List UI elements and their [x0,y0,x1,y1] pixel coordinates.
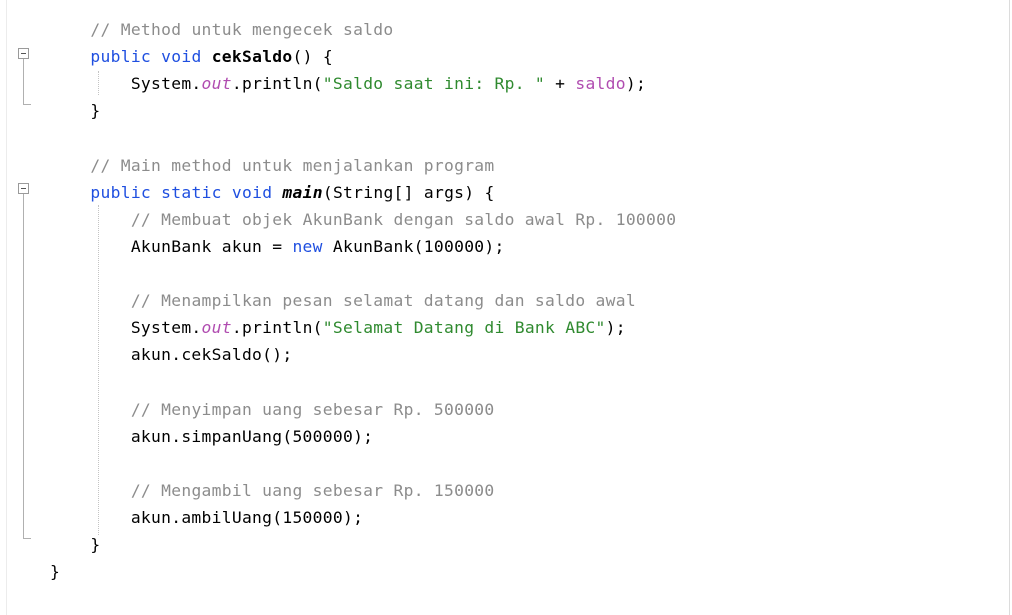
code-line: akun.ambilUang(150000); [50,504,676,531]
code-line: } [50,558,676,585]
code-comment: // Main method untuk menjalankan program [90,155,495,175]
code-string: "Selamat Datang di Bank ABC" [322,318,606,338]
code-text: akun.cekSaldo(); [50,345,293,365]
code-method-name: main [282,182,323,202]
code-text: AkunBank akun = [50,236,293,256]
code-line: System.out.println("Selamat Datang di Ba… [50,314,676,341]
code-line: akun.cekSaldo(); [50,341,676,368]
code-line: // Menyimpan uang sebesar Rp. 500000 [50,396,676,423]
code-keyword: void [161,47,202,67]
code-line: } [50,531,676,558]
fold-range-line [23,194,24,538]
code-comment: // Menyimpan uang sebesar Rp. 500000 [130,399,495,419]
code-text: ); [625,74,647,94]
code-line: } [50,97,676,124]
code-text: .println( [231,74,323,94]
code-comment: // Menampilkan pesan selamat datang dan … [130,291,636,311]
code-line: System.out.println("Saldo saat ini: Rp. … [50,70,676,97]
code-text: akun.simpanUang(500000); [50,426,374,446]
code-line: // Membuat objek AkunBank dengan saldo a… [50,206,676,233]
code-field: out [201,74,232,94]
code-comment: // Method untuk mengecek saldo [90,20,394,39]
code-keyword: void [231,182,273,202]
code-text: AkunBank(100000); [322,236,505,256]
fold-range-line [23,59,24,104]
fold-toggle-cekSaldo-icon[interactable] [18,48,29,59]
code-line: akun.simpanUang(500000); [50,423,676,450]
code-text: akun.ambilUang(150000); [50,507,364,527]
code-line: // Menampilkan pesan selamat datang dan … [50,287,676,314]
code-editor[interactable]: // Method untuk mengecek saldo public vo… [0,0,1012,615]
code-text: } [50,535,101,555]
code-keyword: static [161,182,222,202]
editor-right-border [1009,0,1010,615]
code-keyword: public [90,47,152,67]
code-text: } [50,101,101,121]
code-text: + [545,74,576,94]
code-text: () { [292,47,333,67]
code-method-name: cekSaldo [211,47,293,67]
code-text: .println( [231,318,323,338]
code-comment: // Mengambil uang sebesar Rp. 150000 [130,480,495,500]
code-text: System. [50,318,202,338]
code-keyword: new [292,236,323,256]
code-field: out [201,318,232,338]
code-field: saldo [575,74,626,94]
code-line: // Method untuk mengecek saldo [50,16,676,43]
code-text: ); [605,318,626,338]
code-text: (String[] args) { [322,182,495,202]
gutter-edge [6,0,7,615]
code-text: } [50,562,61,582]
code-line: // Main method untuk menjalankan program [50,152,676,179]
code-keyword: public [90,182,152,202]
code-line: AkunBank akun = new AkunBank(100000); [50,233,676,260]
code-text-area[interactable]: // Method untuk mengecek saldo public vo… [50,16,676,585]
code-comment: // Membuat objek AkunBank dengan saldo a… [130,209,677,229]
fold-range-end [23,538,31,539]
code-line: public static void main(String[] args) { [50,179,676,206]
code-string: "Saldo saat ini: Rp. " [322,74,546,94]
code-text: System. [50,74,202,94]
code-line: // Mengambil uang sebesar Rp. 150000 [50,477,676,504]
fold-range-end [23,104,31,105]
code-line: public void cekSaldo() { [50,43,676,70]
fold-toggle-main-icon[interactable] [18,183,29,194]
